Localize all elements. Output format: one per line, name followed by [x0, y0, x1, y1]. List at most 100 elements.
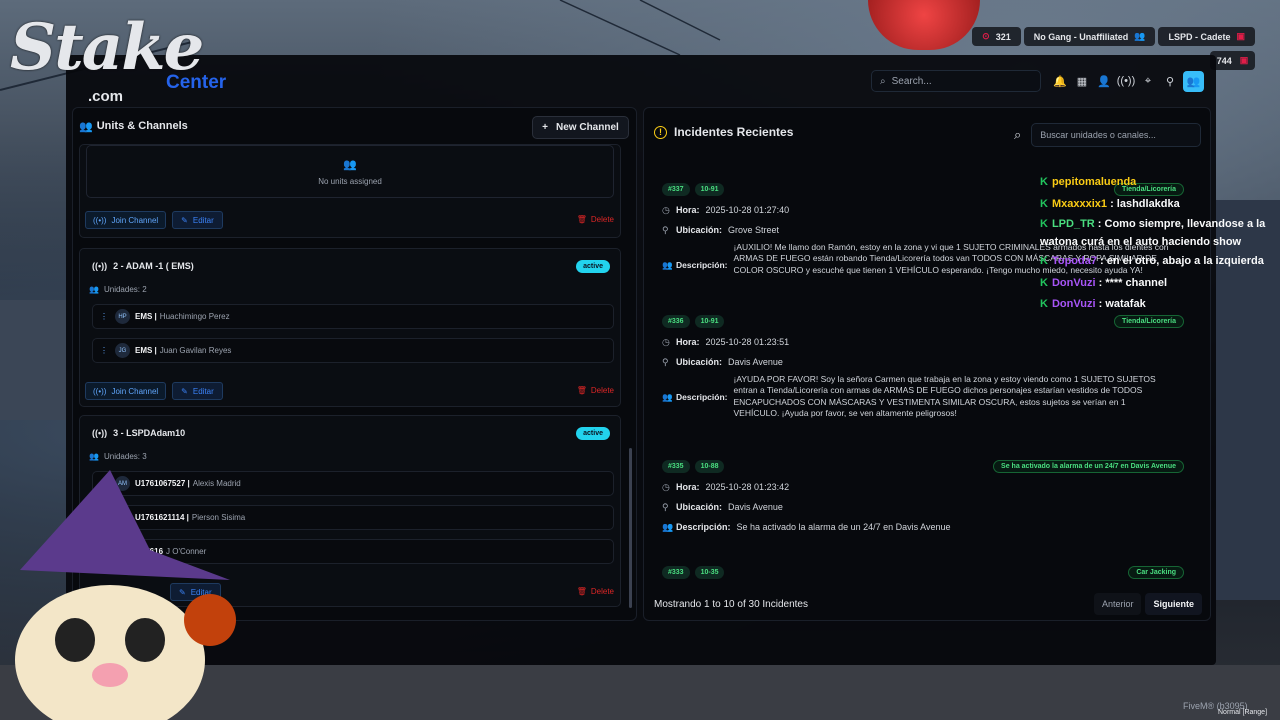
incident-card[interactable]: #335 10-88 Se ha activado la alarma de un… — [662, 460, 1192, 533]
alert-icon: ! — [654, 125, 667, 139]
map-pin-icon: ⚲ — [662, 357, 669, 367]
users-icon[interactable]: 👤 — [1095, 70, 1113, 92]
search-icon: ⌕ — [880, 75, 886, 87]
chat-message: K DonVuzi : **** channel — [1040, 276, 1168, 289]
hud-gang: No Gang - Unaffiliated 👥 — [1023, 27, 1156, 46]
avatar: JG — [115, 343, 130, 358]
incident-id: #335 — [662, 460, 690, 473]
units-count: 👥 Unidades: 2 — [89, 285, 147, 294]
top-bar: Center ⌕ Search... 🔔 ▦ 👤 ((•)) ⌖ ⚲ 👥 — [66, 55, 1216, 107]
clock-icon: ◷ — [662, 337, 670, 347]
radio-icon[interactable]: ((•)) — [1117, 70, 1136, 92]
location-icon[interactable]: ⚲ — [1161, 70, 1179, 92]
no-units-box: 👥 No units assigned — [86, 145, 614, 198]
cash-icon: ⊙ — [982, 31, 990, 41]
next-button[interactable]: Siguiente — [1145, 593, 1202, 615]
incident-category: Car Jacking — [1128, 566, 1184, 579]
hud-secondary: 744 ▣ — [1210, 51, 1255, 70]
channel-actions: ((•)) Join Channel ✎ Editar — [85, 382, 223, 400]
radio-icon: ((•)) — [93, 215, 107, 225]
users-icon: 👥 — [662, 392, 673, 402]
channel-actions: ((•)) Join Channel ✎ Editar — [85, 211, 223, 229]
map-pin-icon[interactable]: ⌖ — [1139, 70, 1157, 92]
radio-icon: ((•)) — [92, 428, 108, 438]
trash-icon: 🗑 — [576, 587, 587, 596]
search-icon[interactable]: ⌕ — [1014, 127, 1021, 143]
search-input[interactable]: ⌕ Search... — [871, 70, 1041, 92]
hud-cash: ⊙ 321 — [972, 27, 1021, 46]
chat-message: K LPD_TR : Como siempre, llevandose a la … — [1040, 218, 1266, 248]
unit-row[interactable]: ⋮ HP EMS | Huachimingo Perez — [92, 304, 614, 329]
incident-code: 10-35 — [694, 566, 725, 579]
briefcase-icon: ▣ — [1239, 55, 1249, 65]
users-icon: 👥 — [89, 285, 99, 294]
hud-job: LSPD - Cadete ▣ — [1158, 27, 1255, 46]
badge-icon: K — [1040, 255, 1048, 267]
incident-code: 10-91 — [694, 183, 725, 196]
badge-icon: K — [1040, 218, 1048, 230]
drag-handle-icon[interactable]: ⋮ — [93, 346, 115, 355]
edit-button[interactable]: ✎ Editar — [172, 382, 223, 400]
group-icon: 👥 — [1134, 31, 1146, 41]
bell-icon[interactable]: 🔔 — [1051, 70, 1069, 92]
briefcase-icon: ▣ — [1236, 31, 1245, 41]
map-pin-icon: ⚲ — [662, 502, 669, 512]
edit-icon: ✎ — [181, 215, 188, 225]
delete-button[interactable]: 🗑 Delete — [577, 587, 614, 596]
channel-card-1: 👥 No units assigned ((•)) Join Channel ✎ E… — [79, 144, 621, 238]
channel-title: ((•)) 2 - ADAM -1 ( EMS) — [92, 261, 194, 271]
delete-button[interactable]: 🗑 Delete — [577, 215, 614, 224]
badge-icon: K — [1040, 197, 1048, 210]
chat-message: K DonVuzi : watafak — [1040, 298, 1146, 310]
chat-message: K Mxaxxxix1 : lashdlakdka — [1040, 197, 1180, 210]
units-tab-icon[interactable]: 👥 — [1183, 70, 1204, 92]
grid-icon[interactable]: ▦ — [1073, 70, 1091, 92]
scrollbar[interactable] — [629, 448, 632, 608]
unit-row[interactable]: ⋮ JG EMS | Juan Gavilan Reyes — [92, 338, 614, 363]
previous-button[interactable]: Anterior — [1093, 593, 1142, 615]
incident-search: ⌕ Buscar unidades o canales... — [1014, 123, 1202, 147]
join-channel-button[interactable]: ((•)) Join Channel — [85, 382, 167, 400]
edit-button[interactable]: ✎ Editar — [172, 211, 223, 229]
users-icon: 👥 — [662, 522, 674, 532]
pagination-summary: Mostrando 1 to 10 of 30 Incidentes — [654, 598, 808, 610]
badge-icon: K — [1040, 298, 1048, 310]
badge-icon: K — [1040, 176, 1048, 188]
status-badge: active — [576, 427, 610, 440]
incident-card[interactable]: #333 10-35 Car Jacking — [662, 566, 1192, 579]
drag-handle-icon[interactable]: ⋮ — [93, 312, 115, 321]
incident-id: #333 — [662, 566, 690, 579]
incident-category: Tienda/Licorería — [1114, 315, 1184, 328]
streamer-mascot — [15, 470, 236, 720]
radio-icon: ((•)) — [92, 261, 108, 271]
users-icon: 👥 — [79, 120, 93, 133]
join-channel-button[interactable]: ((•)) Join Channel — [85, 211, 167, 229]
incidents-header: ! Incidentes Recientes — [654, 125, 793, 139]
radio-icon: ((•)) — [93, 386, 107, 396]
channel-card-2: ((•)) 2 - ADAM -1 ( EMS) active 👥 Unidades… — [79, 248, 621, 407]
trash-icon: 🗑 — [576, 215, 587, 224]
edit-icon: ✎ — [181, 386, 188, 396]
incident-id: #337 — [662, 183, 690, 196]
incident-id: #336 — [662, 315, 690, 328]
users-icon: 👥 — [343, 158, 357, 171]
trash-icon: 🗑 — [576, 386, 587, 395]
incident-card[interactable]: #336 10-91 Tienda/Licorería ◷ Hora: 2025-10… — [662, 315, 1192, 420]
pagination-footer: Mostrando 1 to 10 of 30 Incidentes Anter… — [654, 593, 1202, 615]
top-icons: 🔔 ▦ 👤 ((•)) ⌖ ⚲ 👥 — [1051, 70, 1204, 92]
clock-icon: ◷ — [662, 482, 670, 492]
map-pin-icon: ⚲ — [662, 225, 669, 235]
hud-bar: ⊙ 321 No Gang - Unaffiliated 👥 LSPD - Cade… — [972, 27, 1255, 46]
channel-title: ((•)) 3 - LSPDAdam10 — [92, 428, 186, 438]
voice-mode: Normal [Range] — [1218, 709, 1268, 716]
new-channel-button[interactable]: + New Channel — [532, 116, 629, 139]
chat-message: K Topoda7 : en el otro, abajo a la izquie… — [1040, 255, 1264, 267]
delete-button[interactable]: 🗑 Delete — [577, 386, 614, 395]
clock-icon: ◷ — [662, 205, 670, 215]
badge-icon: K — [1040, 276, 1048, 289]
incident-code: 10-88 — [694, 460, 725, 473]
incident-category: Se ha activado la alarma de un 24/7 en D… — [993, 460, 1184, 473]
chat-message: Kpepitomaluenda — [1040, 176, 1137, 188]
users-icon: 👥 — [662, 260, 673, 270]
search-units-input[interactable]: Buscar unidades o canales... — [1031, 123, 1202, 147]
